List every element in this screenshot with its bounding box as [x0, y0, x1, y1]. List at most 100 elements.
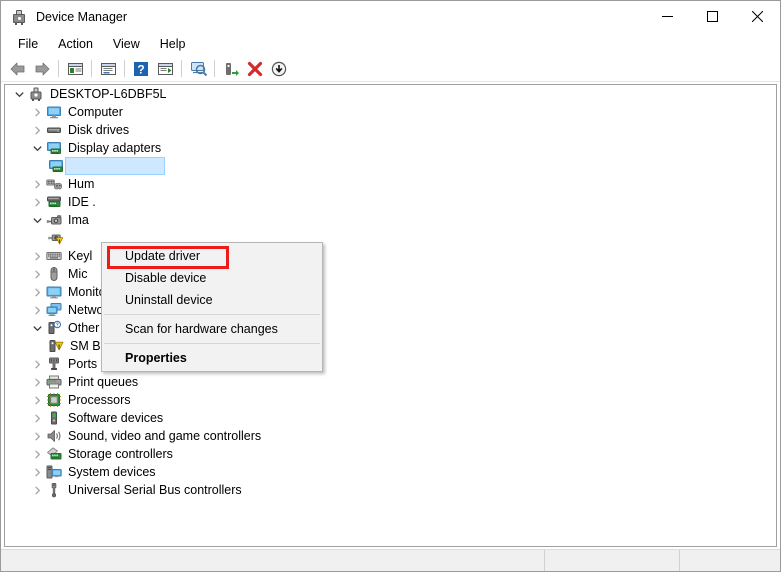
tree-row-software-devices[interactable]: Software devices	[5, 409, 776, 427]
context-menu-separator	[104, 314, 320, 315]
tree-row-display-adapters[interactable]: Display adapters	[5, 139, 776, 157]
tree-label: Computer	[68, 105, 123, 119]
chevron-right-icon[interactable]	[29, 481, 45, 499]
tree-row-print-queues[interactable]: Print queues	[5, 373, 776, 391]
tree-row-selected-display-adapter[interactable]	[5, 157, 776, 175]
scan-for-hardware-changes-icon[interactable]	[186, 58, 210, 80]
chevron-right-icon[interactable]	[29, 175, 45, 193]
show-hide-console-tree-icon[interactable]	[63, 58, 87, 80]
other-device-icon: ?	[45, 319, 63, 337]
tree-row-sound-video-game-controllers[interactable]: Sound, video and game controllers	[5, 427, 776, 445]
imaging-device-icon	[45, 211, 63, 229]
chevron-right-icon[interactable]	[29, 265, 45, 283]
forward-icon[interactable]	[30, 58, 54, 80]
tree-label: Ima	[68, 213, 89, 227]
show-hide-action-pane-icon[interactable]	[153, 58, 177, 80]
window-title: Device Manager	[36, 9, 128, 24]
minimize-button[interactable]	[645, 1, 690, 32]
chevron-right-icon[interactable]	[29, 283, 45, 301]
chevron-right-icon[interactable]	[29, 193, 45, 211]
mouse-icon	[45, 265, 63, 283]
chevron-down-icon[interactable]	[29, 211, 45, 229]
context-menu[interactable]: Update driver Disable device Uninstall d…	[101, 242, 323, 372]
context-menu-label: Disable device	[125, 271, 207, 285]
properties-icon[interactable]	[96, 58, 120, 80]
tree-row-processors[interactable]: Processors	[5, 391, 776, 409]
chevron-down-icon[interactable]	[11, 85, 27, 103]
chevron-right-icon[interactable]	[29, 409, 45, 427]
context-menu-item-disable-device[interactable]: Disable device	[102, 267, 322, 289]
chevron-right-icon[interactable]	[29, 103, 45, 121]
chevron-right-icon[interactable]	[29, 301, 45, 319]
tree-row-human-interface-devices[interactable]: Hum	[5, 175, 776, 193]
uninstall-device-icon[interactable]	[243, 58, 267, 80]
tree-label: Hum	[68, 177, 95, 191]
ide-controller-icon	[45, 193, 63, 211]
chevron-right-icon[interactable]	[29, 121, 45, 139]
menu-bar: File Action View Help	[1, 32, 780, 56]
tree-label: Print queues	[68, 375, 139, 389]
svg-text:?: ?	[56, 322, 59, 328]
hid-icon	[45, 175, 63, 193]
toolbar-separator	[58, 60, 59, 77]
context-menu-item-scan-for-hardware-changes[interactable]: Scan for hardware changes	[102, 318, 322, 340]
toolbar-separator	[214, 60, 215, 77]
status-pane-1	[1, 550, 545, 571]
tree-row-root[interactable]: DESKTOP-L6DBF5L	[5, 85, 776, 103]
context-menu-label: Update driver	[125, 249, 201, 263]
chevron-right-icon[interactable]	[29, 247, 45, 265]
device-manager-icon	[10, 8, 28, 26]
chevron-right-icon[interactable]	[29, 445, 45, 463]
tree-row-computer[interactable]: Computer	[5, 103, 776, 121]
toolbar-separator	[91, 60, 92, 77]
tree-label: System devices	[68, 465, 156, 479]
title-bar: Device Manager	[1, 1, 780, 32]
back-icon[interactable]	[6, 58, 30, 80]
menu-view[interactable]: View	[103, 34, 150, 55]
chevron-right-icon[interactable]	[29, 355, 45, 373]
status-pane-2	[545, 550, 680, 571]
menu-help[interactable]: Help	[150, 34, 196, 55]
context-menu-item-properties[interactable]: Properties	[102, 347, 322, 369]
device-tree[interactable]: DESKTOP-L6DBF5L Computer Disk drives Dis…	[4, 84, 777, 547]
chevron-right-icon[interactable]	[29, 373, 45, 391]
tree-row-ide-ata-controllers[interactable]: IDE .	[5, 193, 776, 211]
device-manager-window: Device Manager File Action View Help ? D…	[0, 0, 781, 572]
title-bar-left: Device Manager	[1, 8, 127, 26]
tree-row-imaging-devices[interactable]: Ima	[5, 211, 776, 229]
toolbar-separator	[124, 60, 125, 77]
chevron-down-icon[interactable]	[29, 139, 45, 157]
computer-root-icon	[27, 85, 45, 103]
chevron-right-icon[interactable]	[29, 463, 45, 481]
processor-icon	[45, 391, 63, 409]
toolbar: ?	[1, 56, 780, 82]
tree-row-storage-controllers[interactable]: Storage controllers	[5, 445, 776, 463]
context-menu-item-update-driver[interactable]: Update driver	[102, 245, 322, 267]
tree-label: Disk drives	[68, 123, 130, 137]
tree-row-disk-drives[interactable]: Disk drives	[5, 121, 776, 139]
tree-label: Software devices	[68, 411, 164, 425]
update-driver-icon[interactable]	[219, 58, 243, 80]
tree-label: IDE .	[68, 195, 96, 209]
tree-row-usb-controllers[interactable]: Universal Serial Bus controllers	[5, 481, 776, 499]
maximize-button[interactable]	[690, 1, 735, 32]
disk-drive-icon	[45, 121, 63, 139]
context-menu-item-uninstall-device[interactable]: Uninstall device	[102, 289, 322, 311]
tree-label: Display adapters	[68, 141, 162, 155]
close-button[interactable]	[735, 1, 780, 32]
menu-file[interactable]: File	[8, 34, 48, 55]
software-device-icon	[45, 409, 63, 427]
monitor-icon	[45, 283, 63, 301]
help-icon[interactable]: ?	[129, 58, 153, 80]
unknown-device-warning-icon	[47, 337, 65, 355]
chevron-right-icon[interactable]	[29, 391, 45, 409]
chevron-right-icon[interactable]	[29, 427, 45, 445]
chevron-down-icon[interactable]	[29, 319, 45, 337]
keyboard-icon	[45, 247, 63, 265]
context-menu-label: Scan for hardware changes	[125, 322, 278, 336]
network-adapter-icon	[45, 301, 63, 319]
menu-action[interactable]: Action	[48, 34, 103, 55]
disable-device-icon[interactable]	[267, 58, 291, 80]
tree-label: Sound, video and game controllers	[68, 429, 262, 443]
tree-row-system-devices[interactable]: System devices	[5, 463, 776, 481]
